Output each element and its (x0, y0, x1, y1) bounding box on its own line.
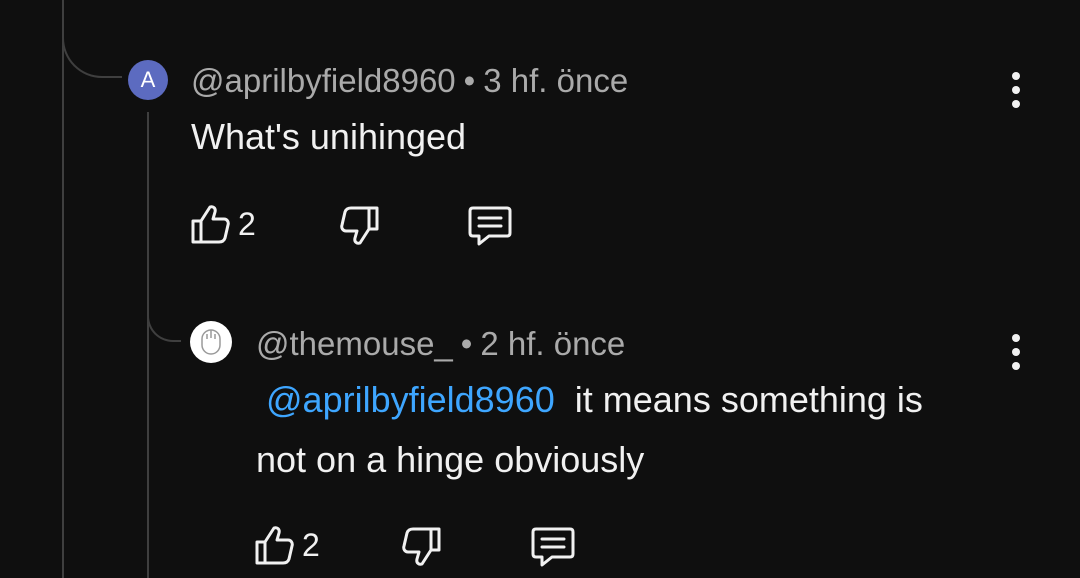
thumbs-down-icon (340, 206, 379, 245)
mouse-icon (201, 329, 221, 355)
reply-icon (531, 527, 575, 567)
mention-link[interactable]: @aprilbyfield8960 (266, 379, 555, 420)
comment-text-line-1: @aprilbyfield8960 it means something is (256, 370, 1016, 430)
more-vert-dot (1012, 100, 1020, 108)
comment-author[interactable]: @aprilbyfield8960 (191, 62, 456, 99)
comment-meta: @themouse_ • 2 hf. önce (256, 325, 625, 363)
more-vert-dot (1012, 362, 1020, 370)
avatar[interactable] (190, 321, 232, 363)
comment-text-part-1: it means something is (574, 379, 923, 420)
like-count: 2 (238, 205, 256, 242)
thumbs-down-icon (402, 527, 441, 566)
comment-text: @aprilbyfield8960 it means something is … (256, 370, 1016, 490)
reply-button[interactable] (467, 205, 513, 247)
thread-line-inner (147, 112, 149, 578)
more-vert-dot (1012, 86, 1020, 94)
comment-author[interactable]: @themouse_ (256, 325, 453, 362)
comment-meta: @aprilbyfield8960 • 3 hf. önce (191, 62, 628, 100)
more-options-button[interactable] (1006, 72, 1026, 108)
like-button[interactable]: 2 (254, 524, 320, 566)
thread-line-outer (62, 0, 64, 578)
reply-button[interactable] (530, 526, 576, 568)
more-vert-icon (1012, 72, 1020, 80)
comment-time: 3 hf. önce (483, 62, 629, 99)
thread-connector-1 (62, 0, 122, 78)
meta-separator: • (463, 62, 476, 99)
dislike-button[interactable] (402, 526, 442, 568)
thumbs-up-icon (191, 205, 230, 244)
avatar-letter: A (140, 67, 156, 92)
more-vert-icon (1012, 334, 1020, 342)
comment-time: 2 hf. önce (480, 325, 626, 362)
thumbs-up-icon (255, 526, 294, 565)
reply-icon (468, 206, 512, 246)
dislike-button[interactable] (340, 205, 380, 247)
more-vert-dot (1012, 348, 1020, 356)
avatar[interactable]: A (128, 60, 168, 100)
comment-text-line-2: not on a hinge obviously (256, 439, 645, 480)
thread-connector-2 (147, 290, 181, 342)
meta-separator: • (460, 325, 473, 362)
like-button[interactable]: 2 (190, 203, 256, 245)
more-options-button[interactable] (1006, 334, 1026, 370)
comment-text: What's unihinged (191, 116, 467, 157)
like-count: 2 (302, 526, 320, 563)
